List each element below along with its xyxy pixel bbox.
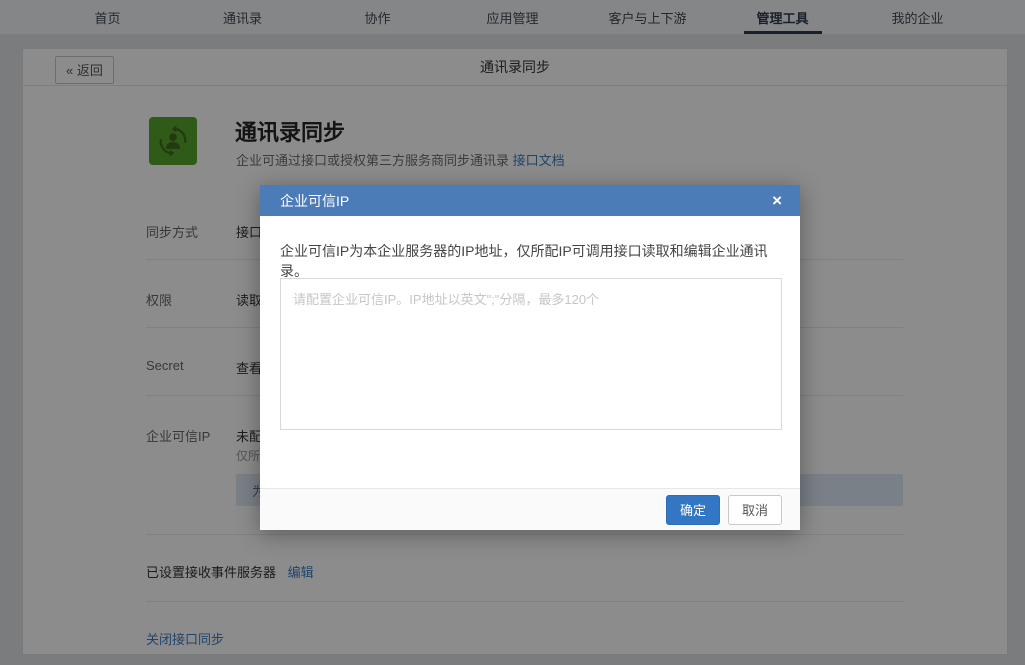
trusted-ip-textarea[interactable] xyxy=(280,278,782,430)
dialog-footer: 确定 取消 xyxy=(260,488,800,530)
cancel-button[interactable]: 取消 xyxy=(728,495,782,525)
dialog-description: 企业可信IP为本企业服务器的IP地址，仅所配IP可调用接口读取和编辑企业通讯录。 xyxy=(280,241,780,281)
dialog-title: 企业可信IP xyxy=(280,191,772,211)
close-icon[interactable]: × xyxy=(772,192,782,209)
dialog-header: 企业可信IP × xyxy=(260,185,800,216)
confirm-button[interactable]: 确定 xyxy=(666,495,720,525)
trusted-ip-dialog: 企业可信IP × 企业可信IP为本企业服务器的IP地址，仅所配IP可调用接口读取… xyxy=(260,185,800,530)
